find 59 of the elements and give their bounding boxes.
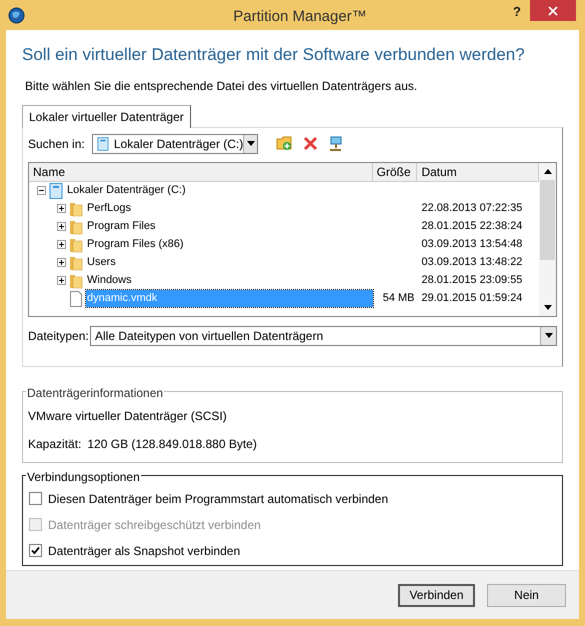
instruction-text: Bitte wählen Sie die entsprechende Datei des virtuellen Datenträgers aus. (25, 78, 418, 94)
expand-icon[interactable] (57, 204, 66, 213)
column-header[interactable]: Name (29, 162, 373, 180)
expand-icon[interactable] (57, 240, 66, 249)
file-date: 28.01.2015 23:09:55 (422, 274, 522, 286)
close-icon (548, 6, 558, 16)
delete-icon[interactable] (303, 136, 318, 151)
network-drive-icon[interactable] (328, 136, 343, 152)
file-name[interactable]: PerfLogs (86, 200, 132, 217)
folder-icon (69, 200, 83, 216)
location-value: Lokaler Datenträger (C:) (114, 136, 244, 152)
disk-type-text: VMware virtueller Datenträger (SCSI) (28, 408, 228, 424)
dialog-heading: Soll ein virtueller Datenträger mit der Software verbunden werden? (22, 44, 526, 66)
scrollbar[interactable] (539, 162, 556, 316)
close-button[interactable] (530, 0, 576, 21)
search-in-label: Suchen in: (28, 136, 84, 152)
tab[interactable]: Lokaler virtueller Datenträger (22, 104, 191, 128)
drive-icon (49, 182, 63, 198)
checkbox[interactable] (29, 492, 42, 505)
app-globe-icon (8, 6, 25, 24)
option-label: Datenträger schreibgeschützt verbinden (48, 516, 261, 534)
file-name[interactable]: Program Files (86, 218, 156, 235)
window-title: Partition Manager™ (232, 7, 368, 27)
option-label: Datenträger als Snapshot verbinden (48, 542, 240, 560)
file-icon (69, 290, 83, 306)
file-date: 29.01.2015 01:59:24 (422, 292, 522, 304)
capacity-label: Kapazität: (28, 436, 82, 452)
expand-icon[interactable] (57, 258, 66, 267)
new-folder-icon[interactable] (276, 136, 293, 151)
folder-icon (69, 218, 83, 234)
column-header[interactable]: Größe (372, 162, 418, 180)
file-date: 03.09.2013 13:54:48 (422, 238, 522, 250)
option-label: Diesen Datenträger beim Programmstart automatisch verbinden (48, 490, 388, 508)
location-dropdown[interactable]: Lokaler Datenträger (C:) (92, 134, 258, 154)
file-date: 28.01.2015 22:38:24 (422, 220, 522, 232)
folder-icon (69, 254, 83, 270)
scroll-down-icon[interactable] (544, 304, 552, 310)
scroll-up-icon[interactable] (544, 168, 552, 174)
file-name[interactable]: Lokaler Datenträger (C:) (66, 182, 187, 199)
expand-icon[interactable] (57, 222, 66, 231)
file-types-label: Dateitypen: (28, 328, 90, 344)
folder-icon (69, 236, 83, 252)
file-types-dropdown[interactable]: Alle Dateitypen von virtuellen Datenträgern (90, 326, 557, 346)
expand-icon[interactable] (57, 276, 66, 285)
dialog-button[interactable]: Verbinden (398, 584, 475, 606)
drive-icon (97, 136, 109, 152)
file-date: 03.09.2013 13:48:22 (422, 256, 522, 268)
capacity-value: 120 GB (128.849.018.880 Byte) (87, 436, 257, 452)
dialog-button[interactable]: Nein (487, 584, 566, 606)
file-types-value: Alle Dateitypen von virtuellen Datenträgern (95, 328, 324, 344)
file-date: 22.08.2013 07:22:35 (422, 202, 522, 214)
help-button[interactable]: ? (505, 2, 529, 22)
file-name[interactable]: Users (86, 254, 117, 271)
file-name[interactable]: Program Files (x86) (86, 236, 185, 253)
file-size: 54 MB (382, 292, 414, 304)
checkbox[interactable] (29, 544, 42, 557)
file-name[interactable]: Windows (86, 272, 133, 289)
collapse-icon[interactable] (37, 186, 46, 195)
folder-icon (69, 272, 83, 288)
